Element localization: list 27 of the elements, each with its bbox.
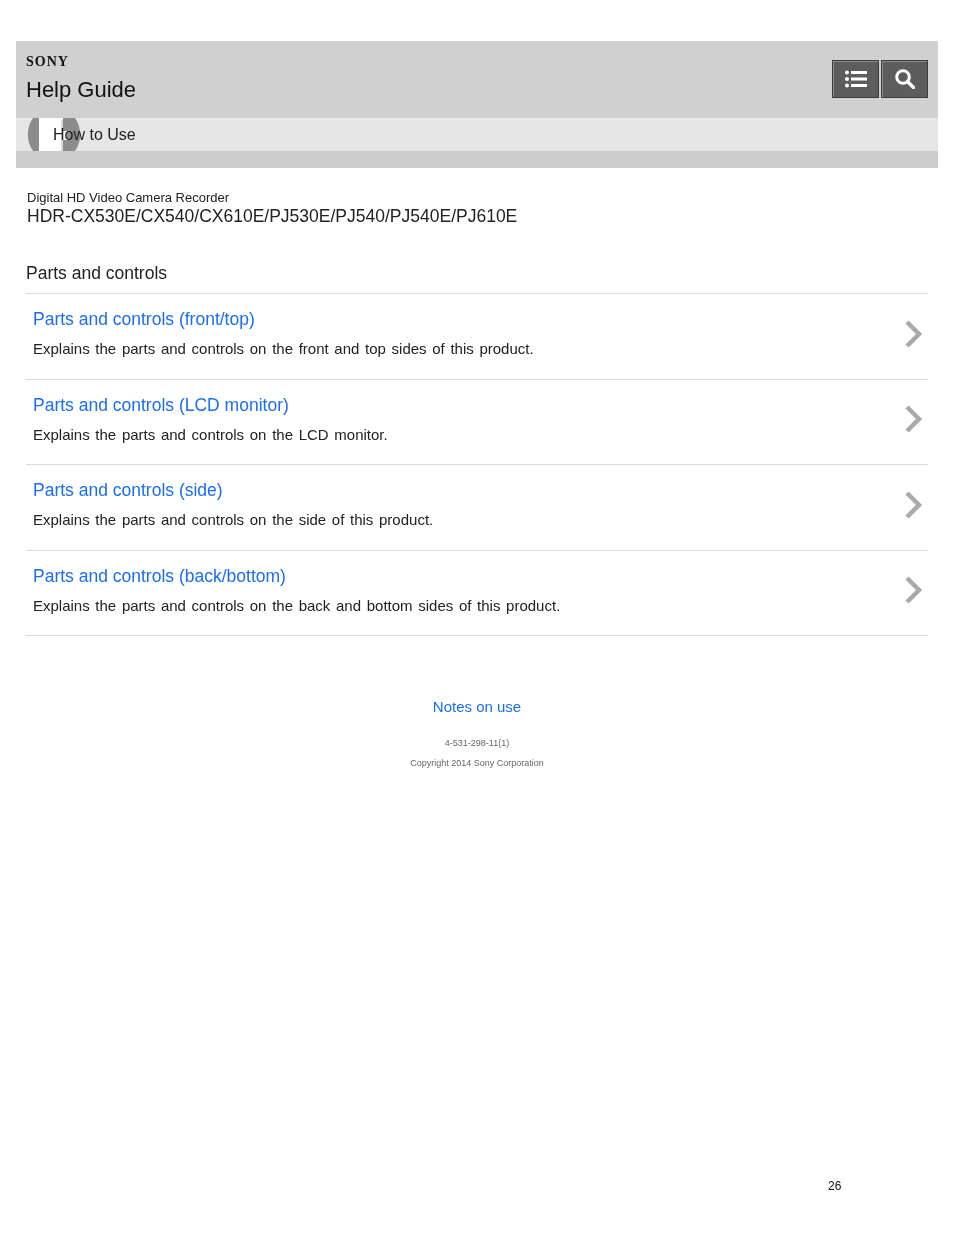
chevron-right-icon[interactable] bbox=[904, 489, 923, 520]
document-code: 4-531-298-11(1) bbox=[444, 738, 510, 749]
menu-button[interactable] bbox=[832, 60, 879, 98]
topic-link[interactable]: Parts and controls (front/top) bbox=[33, 309, 255, 329]
product-models: HDR-CX530E/CX540/CX610E/PJ530E/PJ540/PJ540E/PJ610E bbox=[26, 206, 518, 227]
chevron-right-icon[interactable] bbox=[904, 404, 923, 434]
topic-description: Explains the parts and controls on the side of this product. bbox=[33, 511, 434, 529]
search-icon bbox=[894, 69, 915, 89]
brand-logo: SONY bbox=[26, 54, 69, 69]
product-category: Digital HD Video Camera Recorder bbox=[26, 189, 230, 206]
copyright-text: Copyright 2014 Sony Corporation bbox=[410, 758, 544, 769]
guide-title: Help Guide bbox=[26, 77, 137, 103]
notes-link[interactable]: Notes on use bbox=[432, 698, 522, 716]
chevron-right-icon[interactable] bbox=[904, 575, 923, 605]
chevron-right-icon[interactable] bbox=[904, 318, 923, 349]
breadcrumb-link[interactable]: How to Use bbox=[53, 125, 136, 144]
search-button[interactable] bbox=[881, 60, 928, 98]
topic-link[interactable]: Parts and controls (LCD monitor) bbox=[33, 394, 289, 415]
book-icon bbox=[25, 118, 83, 151]
topic-link[interactable]: Parts and controls (back/bottom) bbox=[33, 565, 286, 586]
topic-description: Explains the parts and controls on the back and bottom sides of this product. bbox=[33, 596, 561, 615]
menu-icon bbox=[844, 70, 867, 88]
topic-link[interactable]: Parts and controls (side) bbox=[33, 480, 223, 500]
section-title: Parts and controls bbox=[26, 263, 168, 283]
page-number: 26 bbox=[828, 1179, 842, 1193]
topic-description: Explains the parts and controls on the LCD monitor. bbox=[33, 425, 388, 444]
topic-description: Explains the parts and controls on the front and top sides of this product. bbox=[33, 340, 534, 358]
